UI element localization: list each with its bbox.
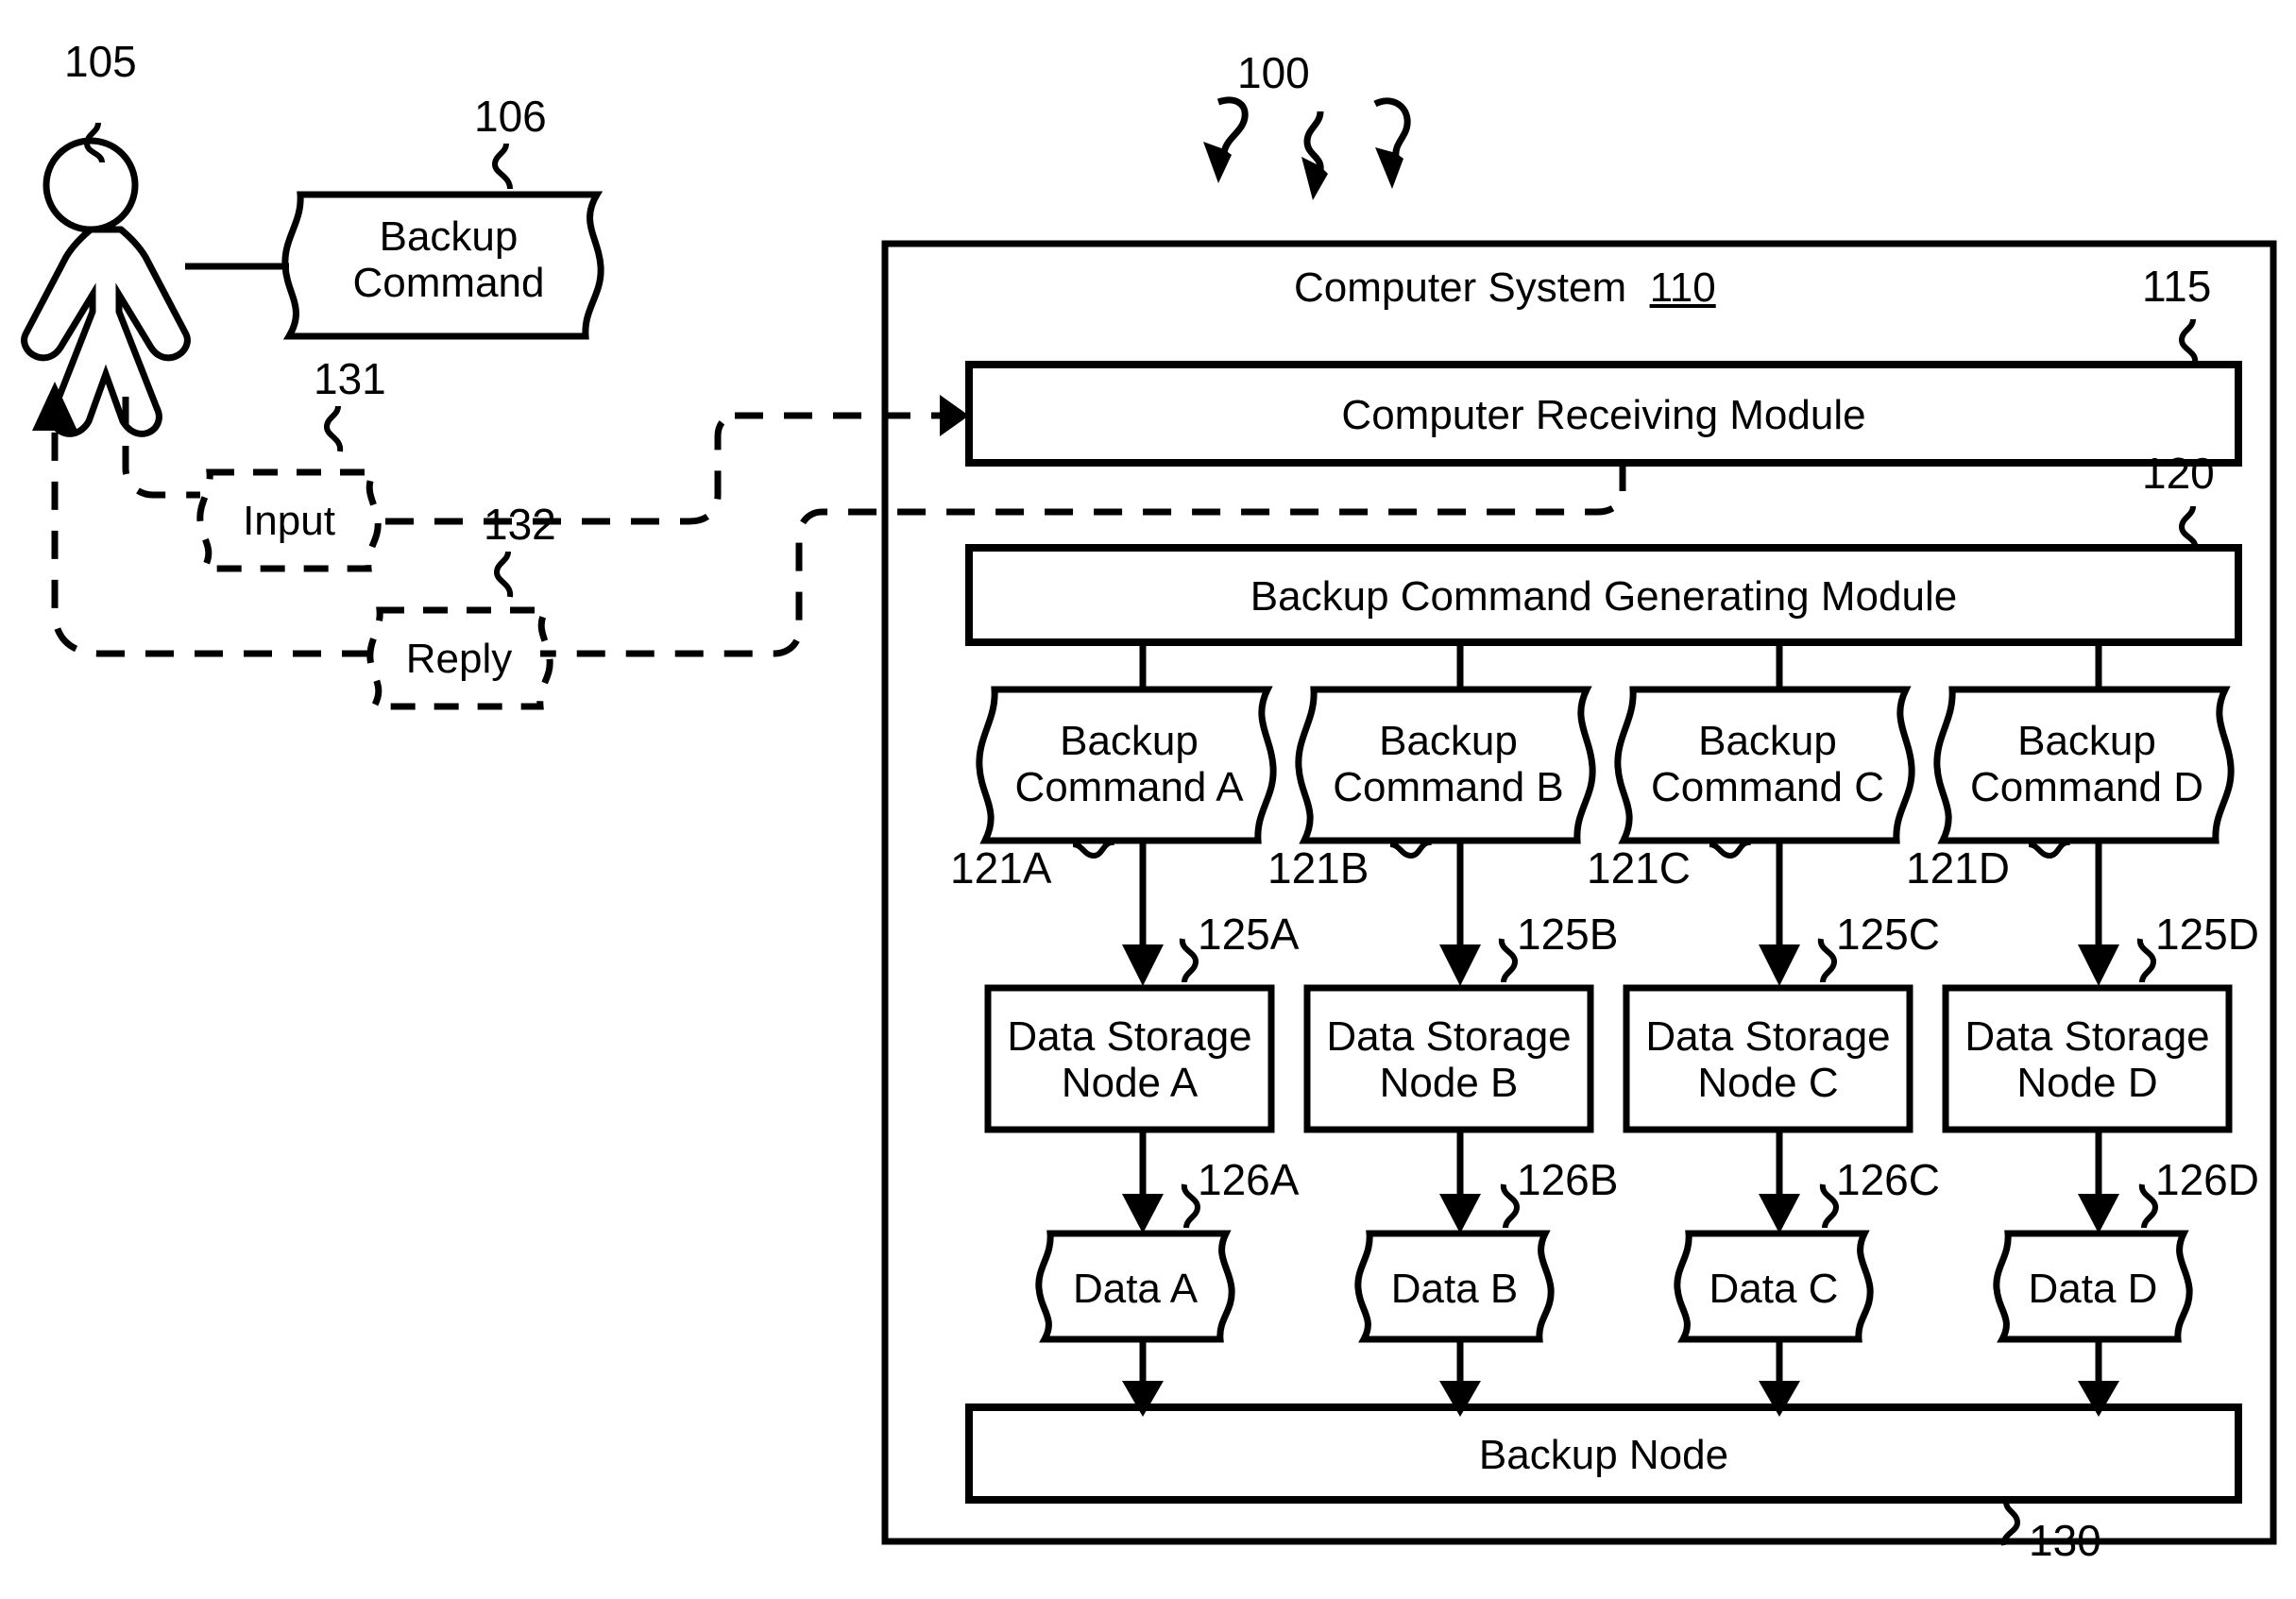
data-storage-node-d-line2: Node D xyxy=(2016,1060,2158,1107)
computer-system-title-group: Computer System 110 xyxy=(1294,264,1823,311)
ref-106: 106 xyxy=(474,92,547,141)
backup-command-a-line2: Command A xyxy=(1014,764,1244,811)
backup-command-a-line1: Backup xyxy=(1060,718,1199,764)
data-storage-node-b-label: Data Storage Node B xyxy=(1307,1013,1590,1107)
data-storage-node-a-line1: Data Storage xyxy=(1007,1013,1252,1060)
ref-126a: 126A xyxy=(1198,1155,1300,1204)
backup-command-doc-user-label: Backup Command xyxy=(300,213,597,307)
backup-command-b-line1: Backup xyxy=(1379,718,1518,764)
ref-125c: 125C xyxy=(1836,910,1940,959)
ref-125d: 125D xyxy=(2155,910,2259,959)
backup-command-doc-a-label: Backup Command A xyxy=(985,718,1273,811)
backup-command-b-line2: Command B xyxy=(1333,764,1564,811)
data-storage-node-c-line1: Data Storage xyxy=(1645,1013,1891,1060)
reply-doc-label: Reply xyxy=(405,636,513,682)
backup-command-doc-user-line1: Backup xyxy=(379,213,519,260)
reply-dashed-route xyxy=(540,463,1626,657)
backup-command-c-line1: Backup xyxy=(1698,718,1837,764)
ref-121d: 121D xyxy=(1906,843,2010,893)
data-doc-b-label: Data B xyxy=(1390,1266,1519,1312)
figure-ref-arrows xyxy=(1203,96,1411,200)
data-doc-a-label: Data A xyxy=(1072,1266,1199,1312)
data-storage-node-b-line2: Node B xyxy=(1379,1060,1519,1107)
computer-receiving-module-label: Computer Receiving Module xyxy=(1341,392,1866,438)
ref-126d: 126D xyxy=(2155,1155,2259,1204)
data-storage-node-c-line2: Node C xyxy=(1697,1060,1839,1107)
input-doc-label: Input xyxy=(243,498,335,544)
ref-130: 130 xyxy=(2029,1516,2101,1565)
backup-command-doc-c-label: Backup Command C xyxy=(1624,718,1912,811)
ref-121a: 121A xyxy=(950,843,1052,893)
person-icon xyxy=(21,137,191,437)
data-storage-node-d-label: Data Storage Node D xyxy=(1946,1013,2229,1107)
data-storage-node-a-line2: Node A xyxy=(1061,1060,1199,1107)
backup-command-c-line2: Command C xyxy=(1651,764,1884,811)
ref-132: 132 xyxy=(484,500,556,549)
backup-command-doc-d-label: Backup Command D xyxy=(1943,718,2231,811)
ref-100: 100 xyxy=(1237,48,1310,97)
data-storage-node-c-label: Data Storage Node C xyxy=(1626,1013,1910,1107)
ref-105: 105 xyxy=(64,37,137,86)
backup-command-generating-module-label: Backup Command Generating Module xyxy=(1250,573,1958,620)
backup-command-doc-user-line2: Command xyxy=(352,260,545,307)
ref-115: 115 xyxy=(2142,262,2212,311)
ref-126c: 126C xyxy=(1836,1155,1940,1204)
actor-to-input-route xyxy=(122,397,200,499)
ref-125a: 125A xyxy=(1198,910,1300,959)
patent-figure-canvas: 105 100 106 Backup Command 131 Input 132… xyxy=(0,0,2296,1599)
backup-command-doc-b-label: Backup Command B xyxy=(1304,718,1592,811)
data-doc-d-label: Data D xyxy=(2028,1266,2158,1312)
ref-125b: 125B xyxy=(1517,910,1619,959)
data-doc-c-label: Data C xyxy=(1709,1266,1839,1312)
backup-command-d-line1: Backup xyxy=(2017,718,2156,764)
backup-node-label: Backup Node xyxy=(1478,1432,1729,1478)
ref-121b: 121B xyxy=(1267,843,1369,893)
data-storage-node-d-line1: Data Storage xyxy=(1964,1013,2210,1060)
ref-110: 110 xyxy=(1649,264,1716,311)
ref-120: 120 xyxy=(2142,449,2215,498)
ref-131: 131 xyxy=(314,354,386,403)
page-title: Computer System xyxy=(1294,264,1627,311)
input-dashed-route xyxy=(385,412,740,525)
data-storage-node-b-line1: Data Storage xyxy=(1326,1013,1572,1060)
ref-121c: 121C xyxy=(1587,843,1691,893)
ref-126b: 126B xyxy=(1517,1155,1619,1204)
data-storage-node-a-label: Data Storage Node A xyxy=(988,1013,1271,1107)
backup-command-d-line2: Command D xyxy=(1970,764,2203,811)
